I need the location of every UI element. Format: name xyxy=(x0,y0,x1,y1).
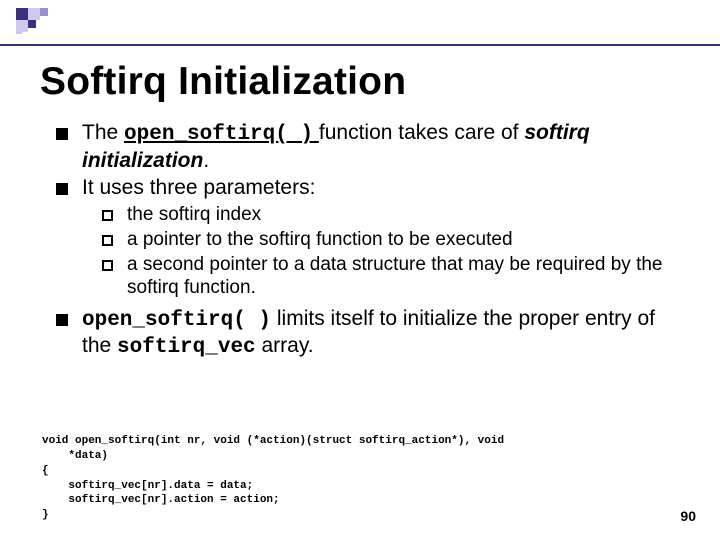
sub-bullet-item: a pointer to the softirq function to be … xyxy=(102,228,676,251)
text: array. xyxy=(256,334,314,357)
bullet-item: It uses three parameters: xyxy=(56,175,676,201)
bullet-item: The open_softirq( ) function takes care … xyxy=(56,120,676,173)
text: the xyxy=(127,204,153,225)
text: . xyxy=(203,149,209,172)
text: a xyxy=(127,254,138,275)
text: a xyxy=(127,229,138,250)
outline-square-bullet-icon xyxy=(102,260,113,271)
code-block: void open_softirq(int nr, void (*action)… xyxy=(42,434,682,523)
outline-square-bullet-icon xyxy=(102,235,113,246)
slide-body: The open_softirq( ) function takes care … xyxy=(56,120,676,363)
sub-bullet-item: the softirq index xyxy=(102,203,676,226)
square-bullet-icon xyxy=(56,183,68,195)
function-name: open_softirq( ) xyxy=(82,309,271,332)
text: It uses three parameters: xyxy=(82,175,315,201)
text: softirq index xyxy=(153,204,261,225)
text: The xyxy=(82,121,124,144)
square-bullet-icon xyxy=(56,128,68,140)
page-number: 90 xyxy=(680,508,696,524)
slide-title: Softirq Initialization xyxy=(40,60,406,104)
outline-square-bullet-icon xyxy=(102,210,113,221)
slide-decoration xyxy=(16,8,76,48)
text: pointer to the softirq function to be ex… xyxy=(138,229,513,250)
bullet-item: open_softirq( ) limits itself to initial… xyxy=(56,306,676,361)
horizontal-rule xyxy=(0,44,720,46)
square-bullet-icon xyxy=(56,314,68,326)
array-name: softirq_vec xyxy=(117,336,256,359)
sub-bullet-item: a second pointer to a data structure tha… xyxy=(102,253,676,299)
text: function takes care of xyxy=(319,121,524,144)
text: second pointer to a data structure that … xyxy=(127,254,663,298)
function-name: open_softirq( ) xyxy=(124,123,313,146)
